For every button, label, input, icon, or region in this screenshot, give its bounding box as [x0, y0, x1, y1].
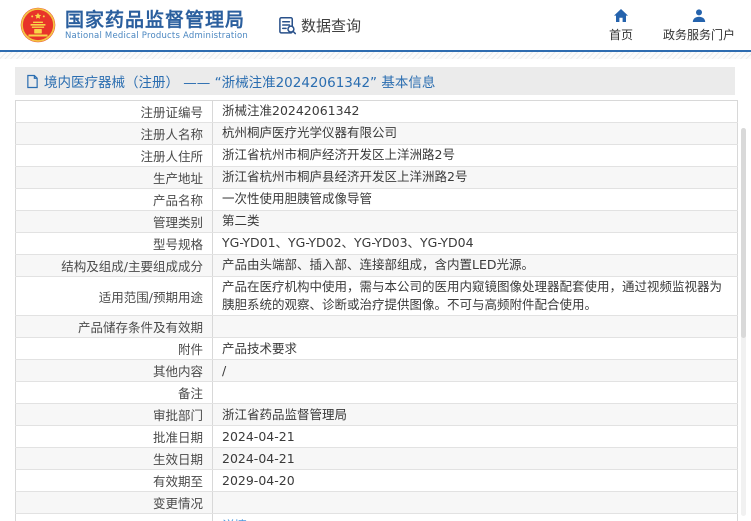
table-row: 结构及组成/主要组成成分 产品由头端部、插入部、连接部组成，含内置LED光源。: [15, 254, 738, 277]
row-label: 注册证编号: [15, 100, 213, 123]
row-value: YG-YD01、YG-YD02、YG-YD03、YG-YD04: [212, 232, 738, 255]
row-value: 浙江省杭州市桐庐县经济开发区上洋洲路2号: [212, 166, 738, 189]
table-row: 管理类别 第二类: [15, 210, 738, 233]
user-icon: [691, 8, 707, 24]
row-value: 一次性使用胆胰管成像导管: [212, 188, 738, 211]
table-row: 型号规格 YG-YD01、YG-YD02、YG-YD03、YG-YD04: [15, 232, 738, 255]
row-label: 产品储存条件及有效期: [15, 315, 213, 339]
table-row: 备注: [15, 381, 738, 405]
nav-home[interactable]: 首页: [609, 8, 633, 43]
table-row: 产品储存条件及有效期: [15, 315, 738, 339]
row-value: 2029-04-20: [212, 469, 738, 493]
site-header: 国家药品监督管理局 National Medical Products Admi…: [0, 0, 751, 52]
row-label: 附件: [15, 337, 213, 361]
table-row: 变更情况: [15, 491, 738, 515]
table-row: 适用范围/预期用途 产品在医疗机构中使用，需与本公司的医用内窥镜图像处理器配套使用…: [15, 276, 738, 317]
row-label: 审批部门: [15, 403, 213, 427]
table-row: 注册人住所 浙江省杭州市桐庐经济开发区上洋洲路2号: [15, 144, 738, 167]
row-label: 产品名称: [15, 188, 213, 211]
nav-portal-label: 政务服务门户: [662, 27, 735, 42]
national-emblem-logo: [20, 7, 56, 43]
row-value: 浙械注准20242061342: [212, 100, 738, 123]
info-table-body: 注册证编号 浙械注准20242061342 注册人名称 杭州桐庐医疗光学仪器有限公司注…: [15, 100, 738, 521]
row-value: 产品技术要求: [212, 337, 738, 361]
row-label: 有效期至: [15, 469, 213, 493]
row-value: [212, 491, 738, 515]
table-row: 附件 产品技术要求: [15, 337, 738, 361]
row-value: 杭州桐庐医疗光学仪器有限公司: [212, 122, 738, 145]
row-label: 其他内容: [15, 359, 213, 383]
nav-home-label: 首页: [608, 27, 633, 42]
row-label: 注: [15, 513, 213, 521]
agency-subtitle: National Medical Products Administration: [65, 31, 248, 41]
row-value: 详情: [212, 513, 738, 521]
brand-block: 国家药品监督管理局 National Medical Products Admi…: [65, 9, 248, 41]
row-value: 产品由头端部、插入部、连接部组成，含内置LED光源。: [212, 254, 738, 277]
agency-title: 国家药品监督管理局: [65, 9, 246, 31]
breadcrumb: 境内医疗器械（注册） —— “浙械注准20242061342” 基本信息: [15, 67, 735, 95]
row-value: 第二类: [212, 210, 738, 233]
row-label: 变更情况: [15, 491, 213, 515]
table-row: 批准日期 2024-04-21: [15, 425, 738, 449]
info-table: 注册证编号 浙械注准20242061342 注册人名称 杭州桐庐医疗光学仪器有限公司注…: [15, 100, 738, 521]
table-row: 审批部门 浙江省药品监督管理局: [15, 403, 738, 427]
row-value: /: [212, 359, 738, 383]
table-row: 注详情: [15, 513, 738, 521]
nav-portal[interactable]: 政务服务门户: [663, 8, 735, 43]
row-label: 结构及组成/主要组成成分: [15, 254, 213, 277]
breadcrumb-text: 境内医疗器械（注册） —— “浙械注准20242061342” 基本信息: [44, 75, 436, 91]
row-value: 2024-04-21: [212, 447, 738, 471]
data-query-button[interactable]: 数据查询: [278, 15, 361, 36]
row-label: 适用范围/预期用途: [15, 276, 213, 317]
page: 国家药品监督管理局 National Medical Products Admi…: [0, 0, 751, 521]
row-label: 型号规格: [15, 232, 213, 255]
data-query-label: 数据查询: [301, 16, 362, 35]
row-value: 2024-04-21: [212, 425, 738, 449]
scrollbar-thumb[interactable]: [741, 128, 746, 338]
scrollbar[interactable]: [741, 128, 746, 516]
row-label: 备注: [15, 381, 213, 405]
row-value: 浙江省药品监督管理局: [212, 403, 738, 427]
table-row: 产品名称 一次性使用胆胰管成像导管: [15, 188, 738, 211]
row-label: 注册人名称: [15, 122, 213, 145]
table-row: 生效日期 2024-04-21: [15, 447, 738, 471]
table-row: 注册证编号 浙械注准20242061342: [15, 100, 738, 123]
table-row: 注册人名称 杭州桐庐医疗光学仪器有限公司: [15, 122, 738, 145]
home-icon: [613, 8, 629, 24]
table-row: 生产地址 浙江省杭州市桐庐县经济开发区上洋洲路2号: [15, 166, 738, 189]
row-value: [212, 381, 738, 405]
row-label: 注册人住所: [15, 144, 213, 167]
row-label: 生产地址: [15, 166, 213, 189]
data-query-icon: [278, 16, 297, 35]
table-row: 其他内容 /: [15, 359, 738, 383]
row-label: 生效日期: [15, 447, 213, 471]
row-value: 产品在医疗机构中使用，需与本公司的医用内窥镜图像处理器配套使用，通过视频监视器为…: [212, 276, 738, 317]
row-label: 管理类别: [15, 210, 213, 233]
row-label: 批准日期: [15, 425, 213, 449]
row-value: [212, 315, 738, 339]
table-row: 有效期至 2029-04-20: [15, 469, 738, 493]
document-icon: [26, 74, 39, 89]
header-nav: 首页 政务服务门户: [609, 8, 735, 43]
divider-texture: [0, 52, 751, 59]
row-value: 浙江省杭州市桐庐经济开发区上洋洲路2号: [212, 144, 738, 167]
